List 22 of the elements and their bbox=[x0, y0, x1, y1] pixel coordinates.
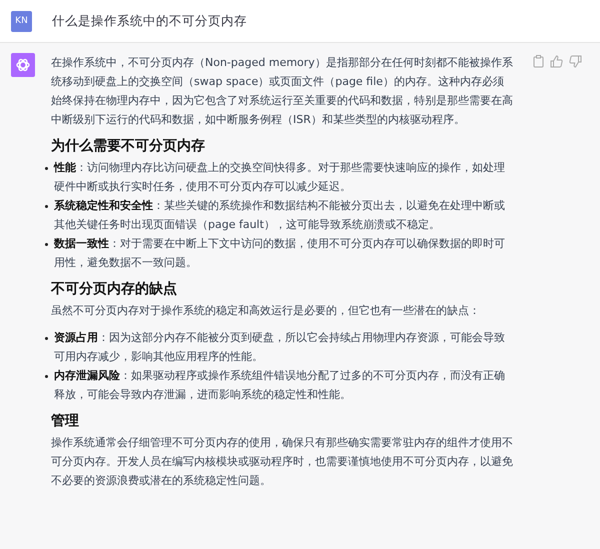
list-item: 性能：访问物理内存比访问硬盘上的交换空间快得多。对于那些需要快速响应的操作，如处理硬件中断或执行实时任务，使用不可分页内存可以减少延迟。 bbox=[54, 160, 506, 195]
paragraph: 虽然不可分页内存对于操作系统的稳定和高效运行是必要的，但它也有一些潜在的缺点： bbox=[51, 303, 481, 319]
section-heading: 不可分页内存的缺点 bbox=[51, 280, 178, 298]
bullet-icon bbox=[45, 167, 48, 170]
paragraph: 操作系统通常会仔细管理不可分页内存的使用，确保只有那些确实需要常驻内存的组件才使用不可分页内存。开发人员在编写内核模块或驱动程序时，也需要谨慎地使用不可分页内存，以避免不必要的资源浪费或潜在的系统稳定性问题。 bbox=[51, 435, 513, 489]
user-avatar: KN bbox=[11, 10, 32, 32]
bullet-icon bbox=[45, 375, 48, 378]
list-item: 数据一致性：对于需要在中断上下文中访问的数据，使用不可分页内存可以确保数据的即时可用性，避免数据不一致问题。 bbox=[54, 236, 506, 271]
section-heading: 管理 bbox=[51, 412, 80, 430]
list-item: 系统稳定性和安全性：某些关键的系统操作和数据结构不能被分页出去，以避免在处理中断或其他关键任务时出现页面错误（page fault），这可能导致系统崩溃或不稳定。 bbox=[54, 198, 506, 233]
thumbs-down-icon[interactable] bbox=[569, 55, 582, 68]
bullet-icon bbox=[45, 337, 48, 340]
user-message: 什么是操作系统中的不可分页内存 bbox=[52, 12, 247, 30]
list-item: 内存泄漏风险：如果驱动程序或操作系统组件错误地分配了过多的不可分页内存，而没有正确释放，可能会导致内存泄漏，进而影响系统的稳定性和性能。 bbox=[54, 368, 506, 403]
assistant-avatar-icon bbox=[11, 53, 35, 77]
copy-icon[interactable] bbox=[533, 55, 544, 68]
section-heading: 为什么需要不可分页内存 bbox=[51, 137, 206, 155]
bullet-icon bbox=[45, 243, 48, 246]
list-item: 资源占用：因为这部分内存不能被分页到硬盘，所以它会持续占用物理内存资源，可能会导致可用内存减少，影响其他应用程序的性能。 bbox=[54, 330, 506, 365]
paragraph: 在操作系统中，不可分页内存（Non-paged memory）是指那部分在任何时刻都不能被操作系统移动到硬盘上的交换空间（swap space）或页面文件（page file）的内存。这种内存必须始终保持在物理内存中，因为它包含了对系统运行至关重要的代码和数据，特别是那些需要在高中断级别下运行的代码和数据，如中断服务例程（ISR）和某些类型的内核驱动程序。 bbox=[51, 55, 513, 128]
thumbs-up-icon[interactable] bbox=[550, 55, 563, 68]
bullet-icon bbox=[45, 205, 48, 208]
